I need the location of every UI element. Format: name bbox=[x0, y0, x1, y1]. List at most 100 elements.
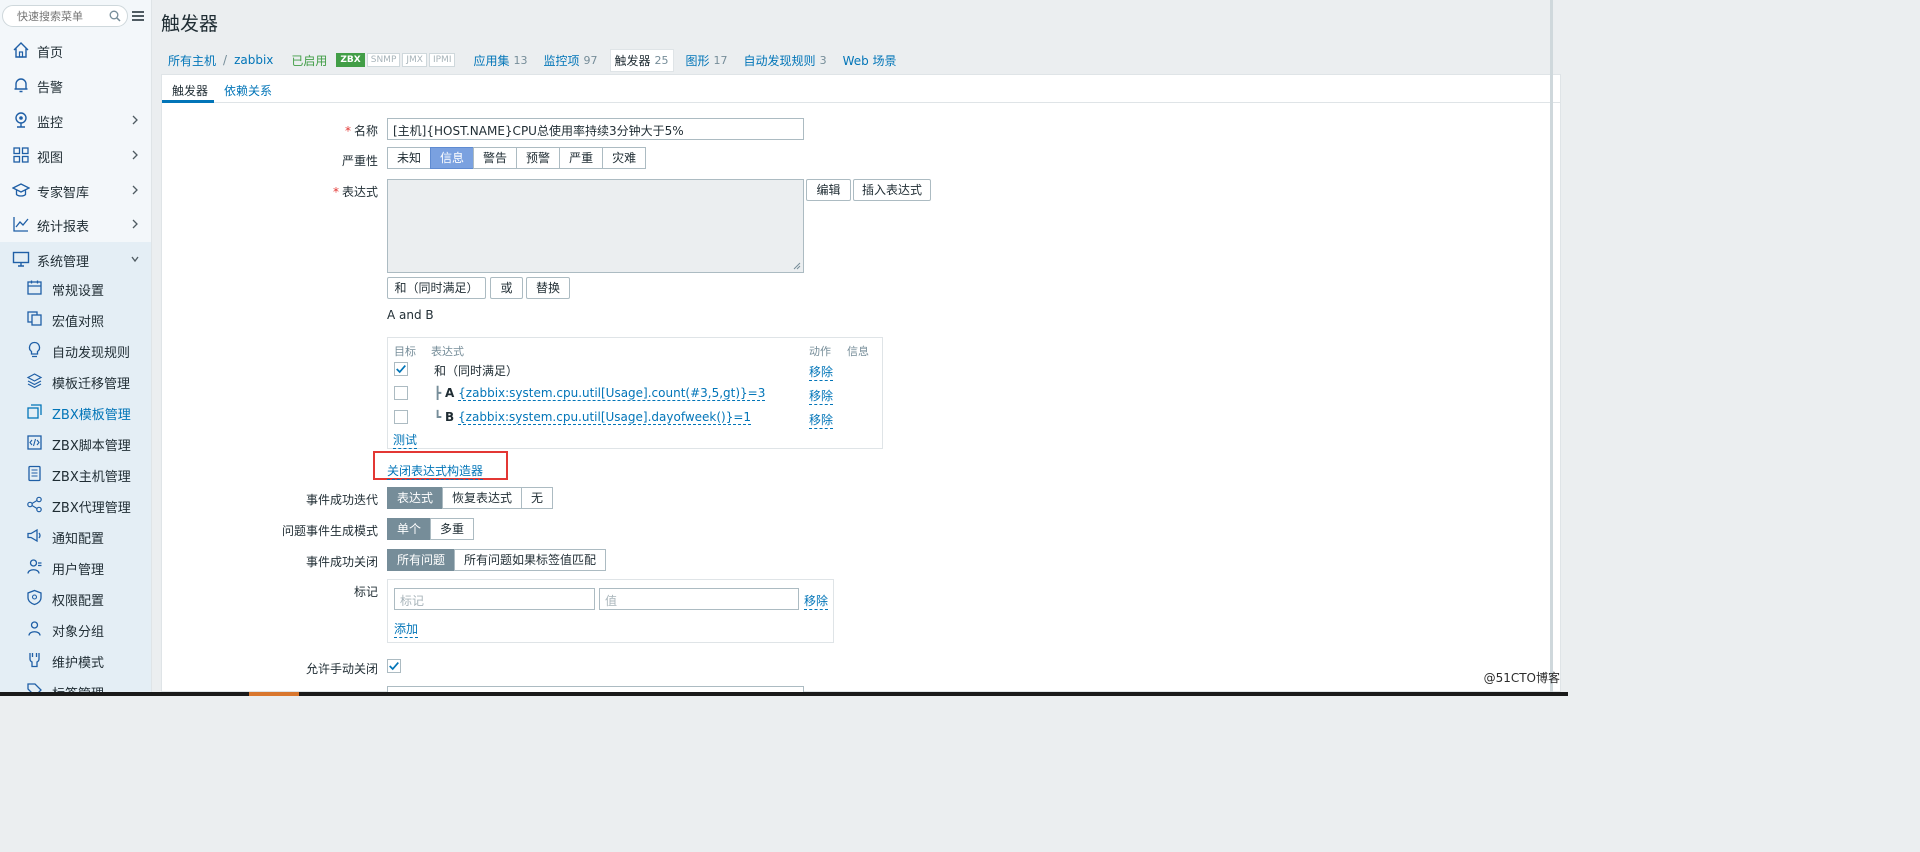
hostnav-link-label[interactable]: 触发器 bbox=[615, 52, 651, 69]
hostnav-link-label[interactable]: 监控项 bbox=[544, 52, 580, 69]
severity-option-not-classified[interactable]: 未知 bbox=[387, 147, 432, 169]
hostnav-applications[interactable]: 应用集 13 bbox=[473, 52, 527, 69]
taskbar-highlight bbox=[249, 692, 299, 696]
sidebar-subitem-notifications[interactable]: 通知配置 bbox=[0, 520, 151, 551]
sidebar-subitem-macros[interactable]: 宏值对照 bbox=[0, 303, 151, 334]
replace-button[interactable]: 替换 bbox=[526, 277, 570, 299]
hostnav-graphs[interactable]: 图形 17 bbox=[686, 52, 728, 69]
search-field[interactable] bbox=[2, 5, 128, 27]
insert-expression-button[interactable]: 插入表达式 bbox=[853, 179, 931, 201]
hostnav-link-label[interactable]: 应用集 bbox=[473, 52, 509, 69]
expression-link[interactable]: {zabbix:system.cpu.util[Usage].dayofweek… bbox=[458, 410, 752, 425]
remove-link[interactable]: 移除 bbox=[809, 363, 834, 381]
hostnav-web-scenarios[interactable]: Web 场景 bbox=[843, 52, 897, 69]
hostnav-triggers[interactable]: 触发器 25 bbox=[609, 48, 674, 72]
breadcrumb-host[interactable]: zabbix bbox=[234, 53, 273, 67]
sidebar-search-row bbox=[2, 5, 150, 27]
expression-link[interactable]: {zabbix:system.cpu.util[Usage].count(#3,… bbox=[458, 386, 766, 401]
problem-mode-option-multiple[interactable]: 多重 bbox=[430, 518, 475, 540]
sidebar-subitem-label: 对象分组 bbox=[52, 625, 105, 640]
sidebar-subitem-label: 通知配置 bbox=[52, 532, 105, 547]
tag-value-input[interactable]: 值 bbox=[599, 588, 799, 610]
sidebar-subitem-zbx-hosts[interactable]: ZBX主机管理 bbox=[0, 458, 151, 489]
sidebar-item-reports[interactable]: 统计报表 bbox=[0, 207, 151, 241]
checkmark-icon bbox=[389, 662, 399, 671]
sidebar-subitem-users[interactable]: 用户管理 bbox=[0, 551, 151, 582]
hostnav-link-label[interactable]: 自动发现规则 bbox=[744, 52, 816, 69]
sidebar-subitem-object-groups[interactable]: 对象分组 bbox=[0, 613, 151, 644]
tag-add-link[interactable]: 添加 bbox=[394, 620, 419, 638]
sidebar-item-system-admin[interactable]: 系统管理 bbox=[0, 242, 151, 276]
sidebar-subitem-zbx-scripts[interactable]: ZBX脚本管理 bbox=[0, 427, 151, 458]
close-expression-builder-link[interactable]: 关闭表达式构造器 bbox=[387, 462, 484, 480]
severity-label: 严重性 bbox=[341, 154, 378, 168]
severity-selector: 未知 信息 警告 预警 严重 灾难 bbox=[387, 147, 647, 169]
target-checkbox[interactable] bbox=[394, 410, 408, 424]
remove-link[interactable]: 移除 bbox=[809, 387, 834, 405]
host-status-enabled[interactable]: 已启用 bbox=[291, 52, 327, 69]
problem-event-mode-selector: 单个 多重 bbox=[387, 518, 475, 540]
ok-event-option-recovery-expression[interactable]: 恢复表达式 bbox=[442, 487, 523, 509]
severity-option-disaster[interactable]: 灾难 bbox=[602, 147, 647, 169]
badge-ipmi: IPMI bbox=[428, 53, 456, 67]
target-checkbox[interactable] bbox=[394, 386, 408, 400]
tab-dependencies[interactable]: 依赖关系 bbox=[224, 82, 272, 99]
tab-trigger[interactable]: 触发器 bbox=[172, 82, 208, 99]
required-marker: * bbox=[344, 124, 351, 138]
or-button[interactable]: 或 bbox=[490, 277, 523, 299]
tree-branch-icon: ┣ bbox=[434, 386, 446, 400]
severity-option-average[interactable]: 预警 bbox=[516, 147, 561, 169]
expression-textarea[interactable] bbox=[387, 179, 804, 273]
sidebar-subitem-discovery[interactable]: 自动发现规则 bbox=[0, 334, 151, 365]
breadcrumb-all-hosts[interactable]: 所有主机 bbox=[168, 52, 216, 69]
sidebar-subitem-permissions[interactable]: 权限配置 bbox=[0, 582, 151, 613]
ok-event-option-none[interactable]: 无 bbox=[521, 487, 554, 509]
page-title: 触发器 bbox=[161, 13, 219, 35]
sidebar-item-alerts[interactable]: 告警 bbox=[0, 68, 151, 102]
group-icon bbox=[28, 621, 41, 636]
target-checkbox[interactable] bbox=[394, 362, 408, 376]
hostnav-link-label[interactable]: 图形 bbox=[686, 52, 710, 69]
search-icon[interactable] bbox=[109, 10, 121, 22]
test-link[interactable]: 测试 bbox=[393, 431, 418, 449]
shield-icon bbox=[27, 589, 42, 606]
hostnav-items[interactable]: 监控项 97 bbox=[544, 52, 598, 69]
column-header-expression: 表达式 bbox=[431, 345, 464, 358]
sidebar-item-home[interactable]: 首页 bbox=[0, 33, 151, 67]
and-button[interactable]: 和（同时满足） bbox=[387, 277, 486, 299]
expression-prefix: B bbox=[445, 410, 455, 424]
sidebar-item-expert[interactable]: 专家智库 bbox=[0, 173, 151, 207]
bell-icon bbox=[14, 78, 28, 93]
remove-link[interactable]: 移除 bbox=[809, 411, 834, 429]
severity-option-information[interactable]: 信息 bbox=[430, 147, 475, 169]
tag-name-input[interactable]: 标记 bbox=[394, 588, 595, 610]
hostnav-count: 13 bbox=[513, 53, 528, 67]
severity-option-warning[interactable]: 警告 bbox=[473, 147, 518, 169]
sidebar-subitem-zbx-proxies[interactable]: ZBX代理管理 bbox=[0, 489, 151, 520]
tag-remove-link[interactable]: 移除 bbox=[804, 592, 829, 610]
chevron-down-icon bbox=[131, 256, 139, 263]
ok-event-option-expression[interactable]: 表达式 bbox=[387, 487, 444, 509]
allow-manual-close-checkbox[interactable] bbox=[387, 659, 401, 673]
column-header-info: 信息 bbox=[847, 345, 869, 358]
resize-grip-icon[interactable] bbox=[793, 262, 801, 270]
sidebar-subitem-general-settings[interactable]: 常规设置 bbox=[0, 272, 151, 303]
sidebar-subitem-template-migration[interactable]: 模板迁移管理 bbox=[0, 365, 151, 396]
sidebar-subitem-tags[interactable]: 标签管理 bbox=[0, 675, 151, 692]
hostnav-link-label[interactable]: Web 场景 bbox=[843, 52, 897, 69]
sidebar-item-label: 首页 bbox=[37, 46, 64, 61]
hamburger-menu-icon[interactable] bbox=[131, 9, 145, 23]
ok-close-option-all-problems[interactable]: 所有问题 bbox=[387, 549, 456, 571]
problem-mode-option-single[interactable]: 单个 bbox=[387, 518, 432, 540]
hostnav-discovery-rules[interactable]: 自动发现规则 3 bbox=[744, 52, 827, 69]
sidebar-item-views[interactable]: 视图 bbox=[0, 138, 151, 172]
name-input[interactable]: [主机]{HOST.NAME}CPU总使用率持续3分钟大于5% bbox=[387, 118, 804, 140]
ok-close-option-tag-match[interactable]: 所有问题如果标签值匹配 bbox=[454, 549, 607, 571]
scrollbar-track[interactable] bbox=[1550, 0, 1553, 692]
search-input[interactable] bbox=[17, 9, 103, 23]
sidebar-item-monitoring[interactable]: 监控 bbox=[0, 103, 151, 137]
sidebar-subitem-zbx-templates[interactable]: ZBX模板管理 bbox=[0, 396, 151, 427]
severity-option-high[interactable]: 严重 bbox=[559, 147, 604, 169]
sidebar-subitem-maintenance[interactable]: 维护模式 bbox=[0, 644, 151, 675]
edit-button[interactable]: 编辑 bbox=[806, 179, 851, 201]
